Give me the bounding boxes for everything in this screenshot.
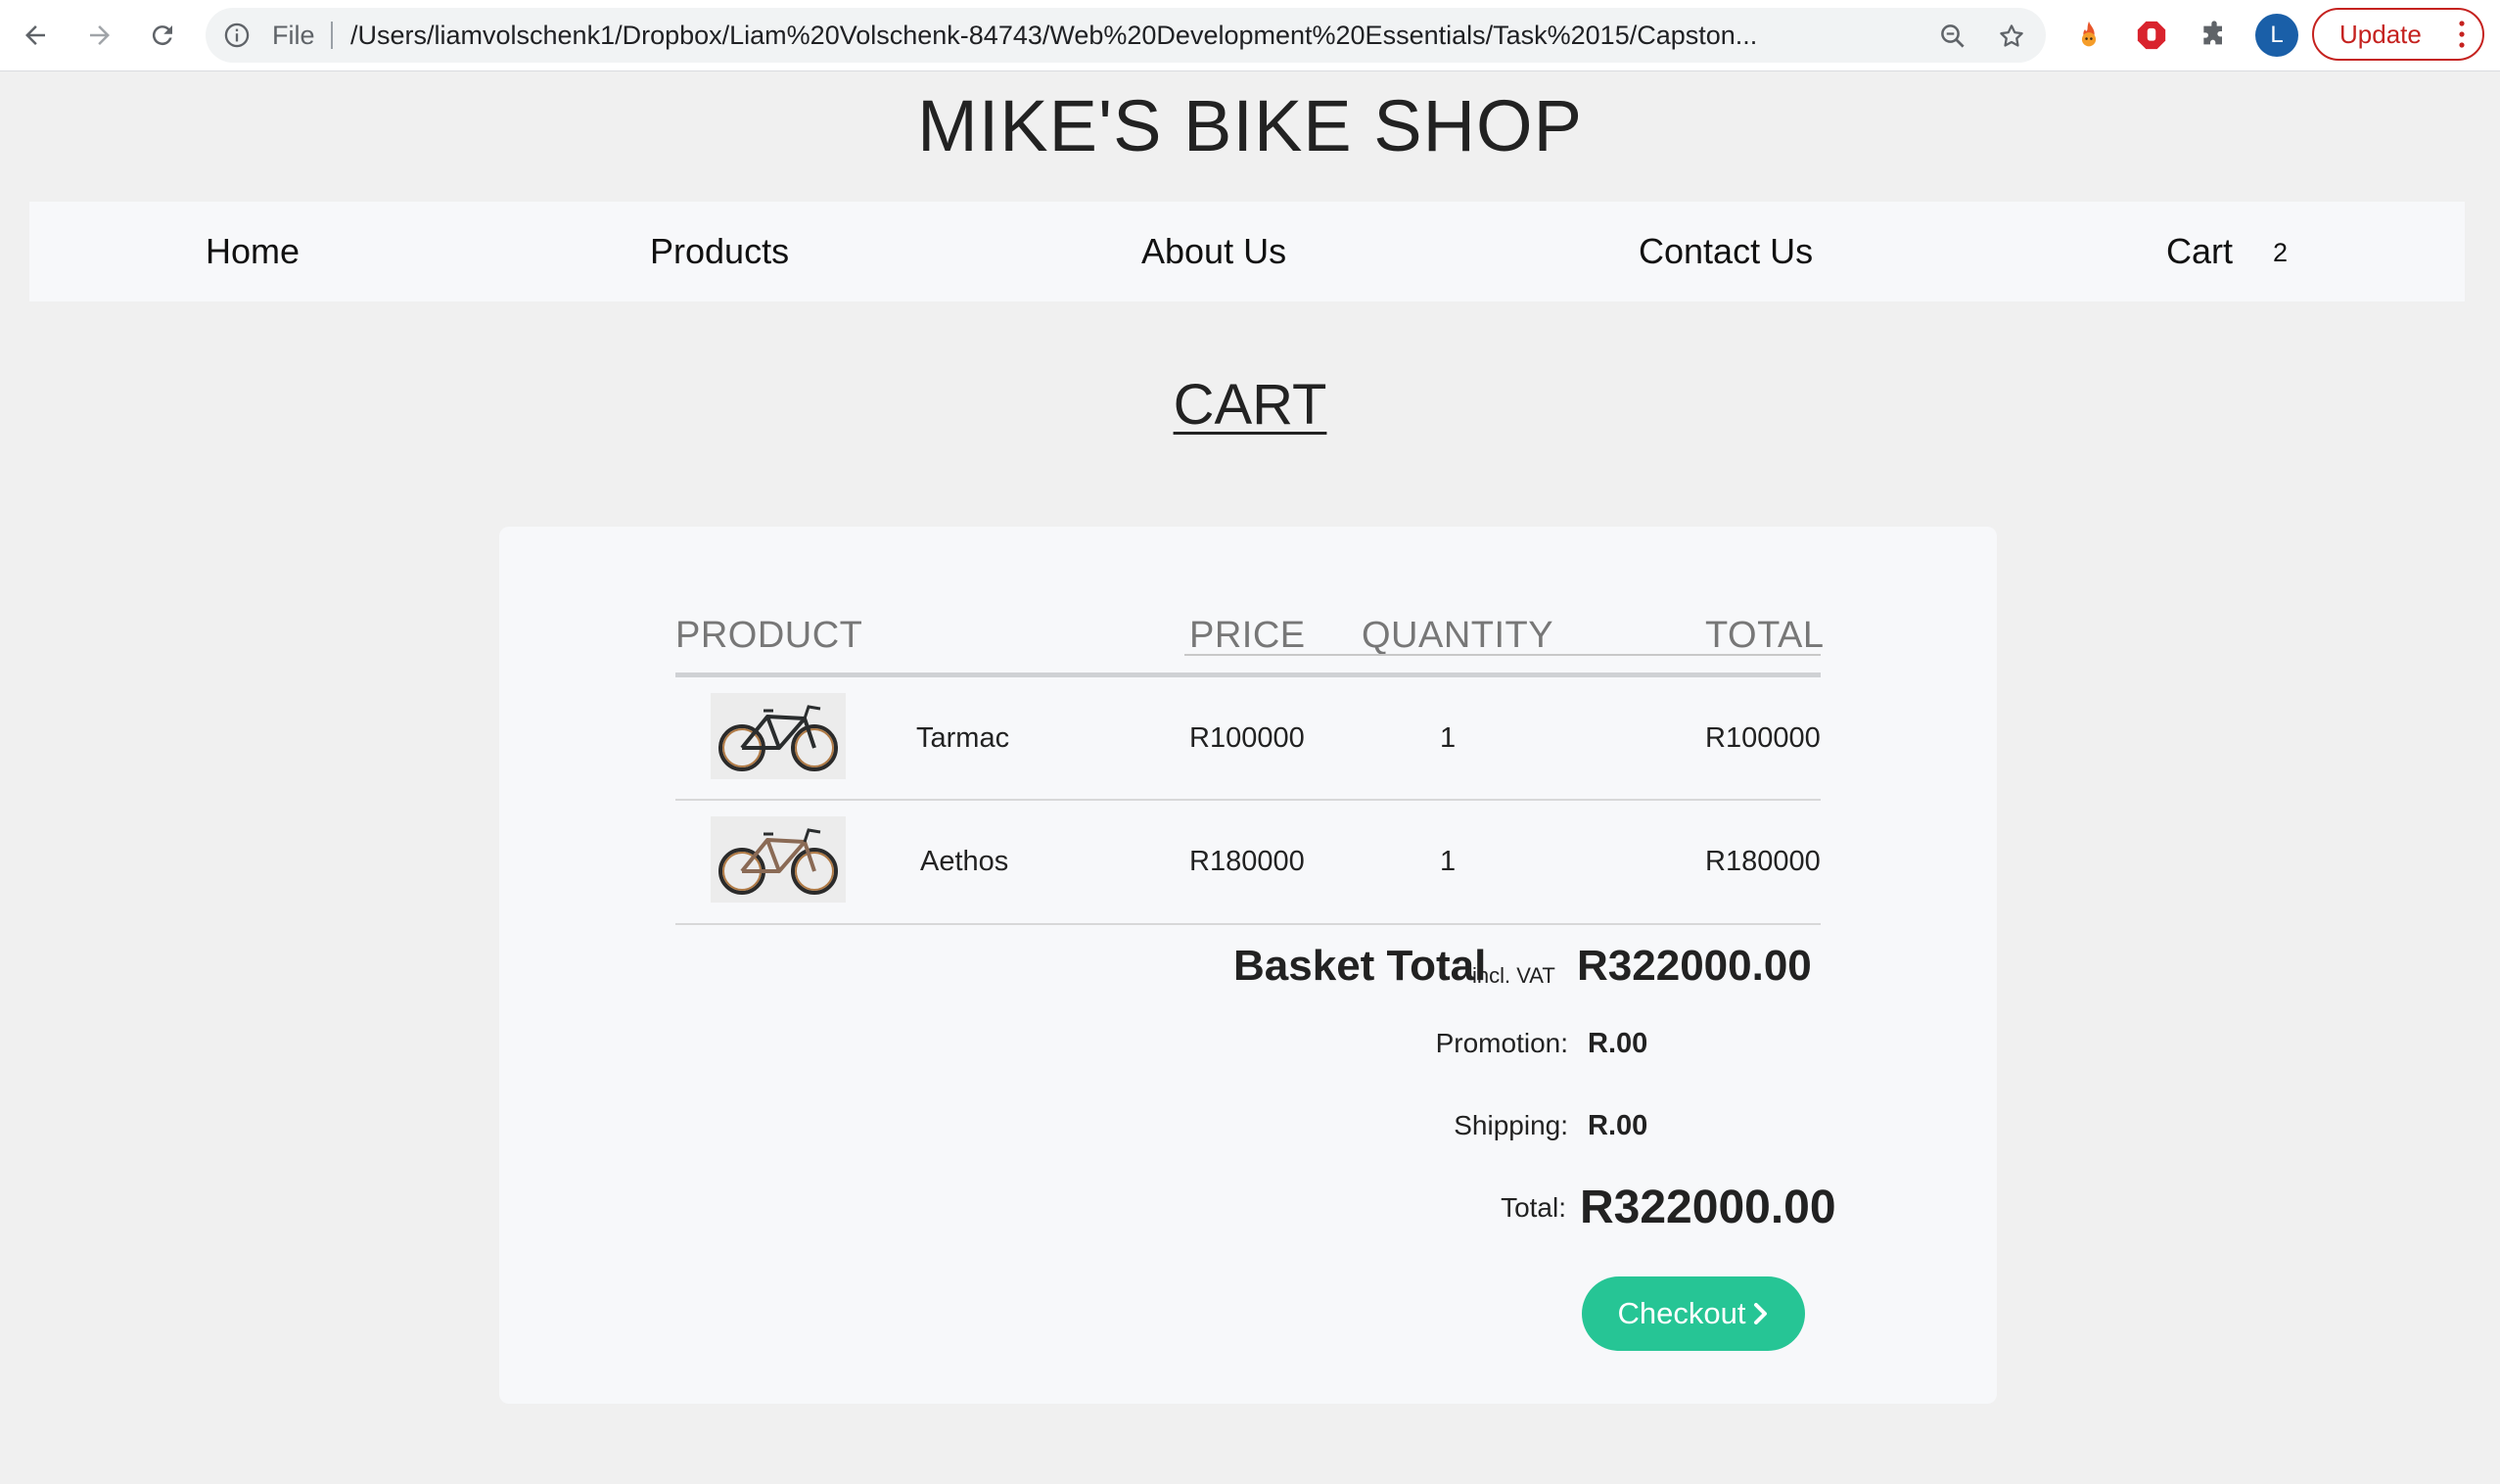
product-total: R180000	[1705, 846, 1821, 877]
basket-total-label: Basket Total	[1233, 942, 1487, 990]
nav-contact[interactable]: Contact Us	[1639, 202, 1813, 301]
road-bike-icon	[718, 828, 838, 895]
row-divider	[675, 799, 1821, 801]
row-divider	[675, 923, 1821, 925]
basket-total-value: R322000.00	[1577, 942, 1812, 990]
column-header-quantity: QUANTITY	[1362, 615, 1554, 656]
checkout-label: Checkout	[1617, 1296, 1746, 1330]
header-divider	[675, 672, 1821, 677]
forward-arrow-icon	[90, 25, 110, 45]
back-arrow-icon	[25, 25, 45, 45]
fire-extension-icon	[2081, 21, 2097, 47]
cart-heading: CART	[1173, 373, 1327, 437]
zoom-icon[interactable]	[1938, 22, 1968, 51]
grand-total-value: R322000.00	[1580, 1182, 1836, 1233]
road-bike-icon	[718, 705, 838, 771]
reload-icon	[152, 25, 172, 46]
nav-cart[interactable]: Cart	[2166, 202, 2233, 301]
shipping-value: R.00	[1588, 1110, 1648, 1141]
profile-avatar[interactable]: L	[2255, 14, 2298, 57]
chevron-right-icon	[1754, 1303, 1768, 1324]
product-image[interactable]	[711, 693, 846, 779]
column-header-product: PRODUCT	[675, 615, 863, 656]
nav-about[interactable]: About Us	[1141, 202, 1286, 301]
address-bar[interactable]: File /Users/liamvolschenk1/Dropbox/Liam%…	[206, 8, 2046, 63]
product-image[interactable]	[711, 816, 846, 903]
scheme-divider	[331, 22, 333, 49]
file-scheme-label: File	[272, 21, 315, 50]
update-button[interactable]: Update	[2312, 8, 2484, 61]
nav-home[interactable]: Home	[206, 202, 300, 301]
stop-hand-extension-icon	[2137, 21, 2166, 50]
more-vert-icon	[2459, 21, 2465, 48]
site-title: MIKE'S BIKE SHOP	[917, 85, 1583, 166]
product-quantity[interactable]: 1	[1440, 722, 1456, 755]
bookmark-star-icon[interactable]	[1997, 22, 2026, 51]
promotion-value: R.00	[1588, 1028, 1648, 1059]
cart-panel: PRODUCT PRICE QUANTITY TOTAL Tarmac R100…	[499, 527, 1997, 1404]
url-text[interactable]: /Users/liamvolschenk1/Dropbox/Liam%20Vol…	[350, 8, 1877, 63]
reload-button[interactable]	[141, 14, 184, 57]
main-nav: Home Products About Us Contact Us Cart 2	[29, 202, 2465, 301]
basket-total-vat-note: incl. VAT	[1472, 963, 1555, 988]
update-label: Update	[2339, 20, 2422, 49]
shipping-label: Shipping:	[1454, 1110, 1568, 1140]
puzzle-icon	[2203, 21, 2222, 45]
extensions-button[interactable]	[2195, 16, 2234, 55]
header-divider-thin	[1184, 654, 1821, 656]
column-header-total: TOTAL	[1705, 615, 1825, 656]
product-price: R100000	[1189, 722, 1305, 754]
back-button[interactable]	[14, 14, 57, 57]
nav-products[interactable]: Products	[650, 202, 789, 301]
forward-button[interactable]	[78, 14, 121, 57]
cart-count-badge: 2	[2273, 238, 2289, 267]
extension-adblock-button[interactable]	[2132, 16, 2171, 55]
extension-fire-button[interactable]	[2069, 16, 2108, 55]
product-name[interactable]: Aethos	[920, 846, 1008, 878]
grand-total-label: Total:	[1501, 1192, 1566, 1223]
product-quantity[interactable]: 1	[1440, 846, 1456, 878]
browser-toolbar: File /Users/liamvolschenk1/Dropbox/Liam%…	[0, 0, 2500, 71]
product-total: R100000	[1705, 722, 1821, 754]
info-icon[interactable]	[223, 22, 251, 49]
product-name[interactable]: Tarmac	[916, 722, 1009, 755]
column-header-price: PRICE	[1189, 615, 1306, 656]
checkout-button[interactable]: Checkout	[1582, 1276, 1805, 1351]
product-price: R180000	[1189, 846, 1305, 877]
promotion-label: Promotion:	[1435, 1028, 1568, 1058]
